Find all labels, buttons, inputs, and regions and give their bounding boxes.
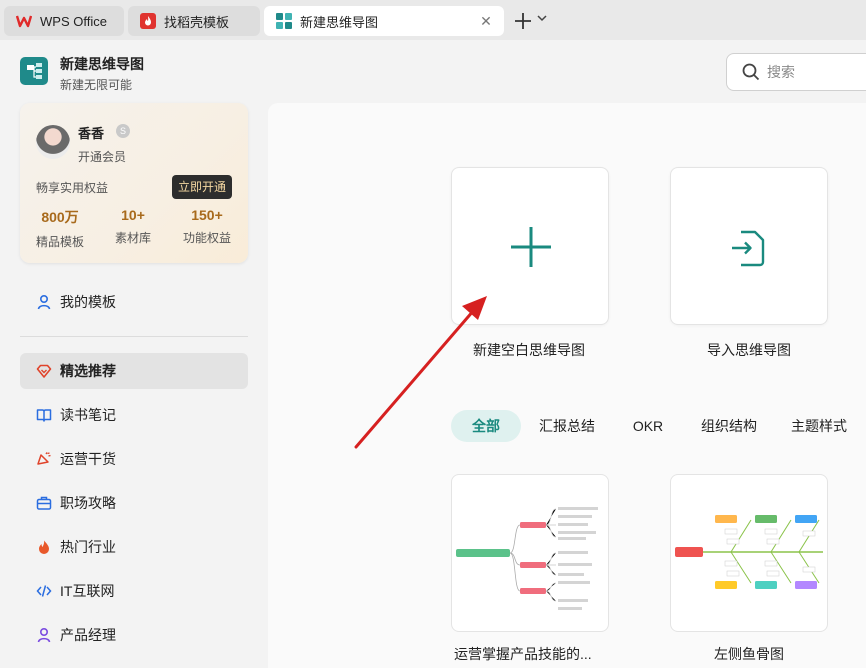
open-membership-button[interactable]: 立即开通 — [172, 175, 232, 199]
mindmap-logo-icon — [20, 57, 48, 85]
tab-bar: WPS Office 找稻壳模板 新建思维导图 ✕ — [0, 0, 866, 40]
docer-flame-icon — [140, 13, 156, 29]
megaphone-icon — [36, 451, 52, 467]
template-title: 运营掌握产品技能的... — [454, 646, 592, 662]
sidebar-item-label: 产品经理 — [60, 627, 116, 643]
sidebar-item-label: 我的模板 — [60, 294, 116, 310]
flame-icon — [36, 539, 52, 555]
tab-new-mindmap[interactable]: 新建思维导图 ✕ — [264, 6, 504, 36]
tab-label: WPS Office — [40, 13, 107, 29]
stat-templates: 800万 精品模板 — [35, 209, 84, 249]
sidebar-item-operations[interactable]: 运营干货 — [20, 441, 248, 477]
fishbone-thumbnail — [675, 515, 823, 589]
new-blank-label: 新建空白思维导图 — [473, 342, 585, 358]
template-title: 左侧鱼骨图 — [714, 646, 784, 662]
perks-title: 畅享实用权益 — [36, 181, 109, 195]
category-tab-report[interactable]: 汇报总结 — [533, 410, 601, 442]
template-card-product-skills[interactable] — [451, 474, 609, 632]
stat-features: 150+ 功能权益 — [182, 207, 231, 245]
search-placeholder: 搜索 — [767, 64, 795, 80]
tab-label: 新建思维导图 — [300, 14, 379, 30]
briefcase-icon — [36, 495, 52, 511]
new-blank-mindmap-button[interactable] — [451, 167, 609, 325]
template-card-fishbone[interactable] — [670, 474, 828, 632]
search-icon — [741, 62, 761, 82]
book-icon — [36, 407, 52, 423]
wps-logo-icon — [16, 13, 32, 29]
sidebar-divider — [20, 336, 248, 337]
category-tab-okr[interactable]: OKR — [625, 410, 671, 442]
diamond-heart-icon — [36, 363, 52, 379]
tab-docer-templates[interactable]: 找稻壳模板 — [128, 6, 260, 36]
sidebar-item-label: 职场攻略 — [60, 495, 116, 511]
user-name: 香香 — [78, 126, 105, 141]
tab-wps-office[interactable]: WPS Office — [4, 6, 124, 36]
sidebar-item-it-internet[interactable]: IT互联网 — [20, 573, 248, 609]
category-tab-org[interactable]: 组织结构 — [695, 410, 763, 442]
mindmap-thumbnail — [456, 507, 598, 610]
member-card: 香香 S 开通会员 畅享实用权益 立即开通 800万 精品模板 10+ 素材库 … — [20, 103, 248, 263]
sidebar-item-featured[interactable]: 精选推荐 — [20, 353, 248, 389]
user-icon — [36, 627, 52, 643]
stat-materials: 10+ 素材库 — [114, 207, 151, 245]
new-tab-plus-icon[interactable] — [512, 10, 534, 32]
sidebar-item-label: 精选推荐 — [60, 363, 116, 379]
sidebar-item-hot-industry[interactable]: 热门行业 — [20, 529, 248, 565]
sidebar-item-label: 读书笔记 — [60, 407, 116, 423]
code-icon — [36, 583, 52, 599]
category-tab-all[interactable]: 全部 — [451, 410, 521, 442]
chevron-down-icon[interactable] — [536, 12, 550, 28]
tab-label: 找稻壳模板 — [164, 14, 230, 30]
search-input[interactable]: 搜索 — [726, 53, 866, 91]
sidebar-item-label: IT互联网 — [60, 583, 115, 599]
import-file-icon — [729, 226, 769, 273]
member-tier: 开通会员 — [78, 150, 127, 164]
vip-badge-icon: S — [116, 124, 130, 138]
sidebar-item-my-templates[interactable]: 我的模板 — [20, 284, 248, 320]
sidebar-item-reading-notes[interactable]: 读书笔记 — [20, 397, 248, 433]
import-mindmap-button[interactable] — [670, 167, 828, 325]
avatar[interactable] — [36, 125, 70, 159]
sidebar-item-label: 运营干货 — [60, 451, 116, 467]
user-icon — [36, 294, 52, 310]
sidebar-item-label: 热门行业 — [60, 539, 116, 555]
sidebar-item-career[interactable]: 职场攻略 — [20, 485, 248, 521]
sidebar-item-product-manager[interactable]: 产品经理 — [20, 617, 248, 653]
mindmap-app-icon — [276, 13, 292, 29]
plus-icon — [509, 225, 553, 274]
close-icon[interactable]: ✕ — [478, 13, 494, 29]
page-title: 新建思维导图 — [60, 56, 144, 72]
page-subtitle: 新建无限可能 — [60, 78, 133, 92]
import-label: 导入思维导图 — [707, 342, 791, 358]
category-tab-theme[interactable]: 主题样式 — [785, 410, 853, 442]
